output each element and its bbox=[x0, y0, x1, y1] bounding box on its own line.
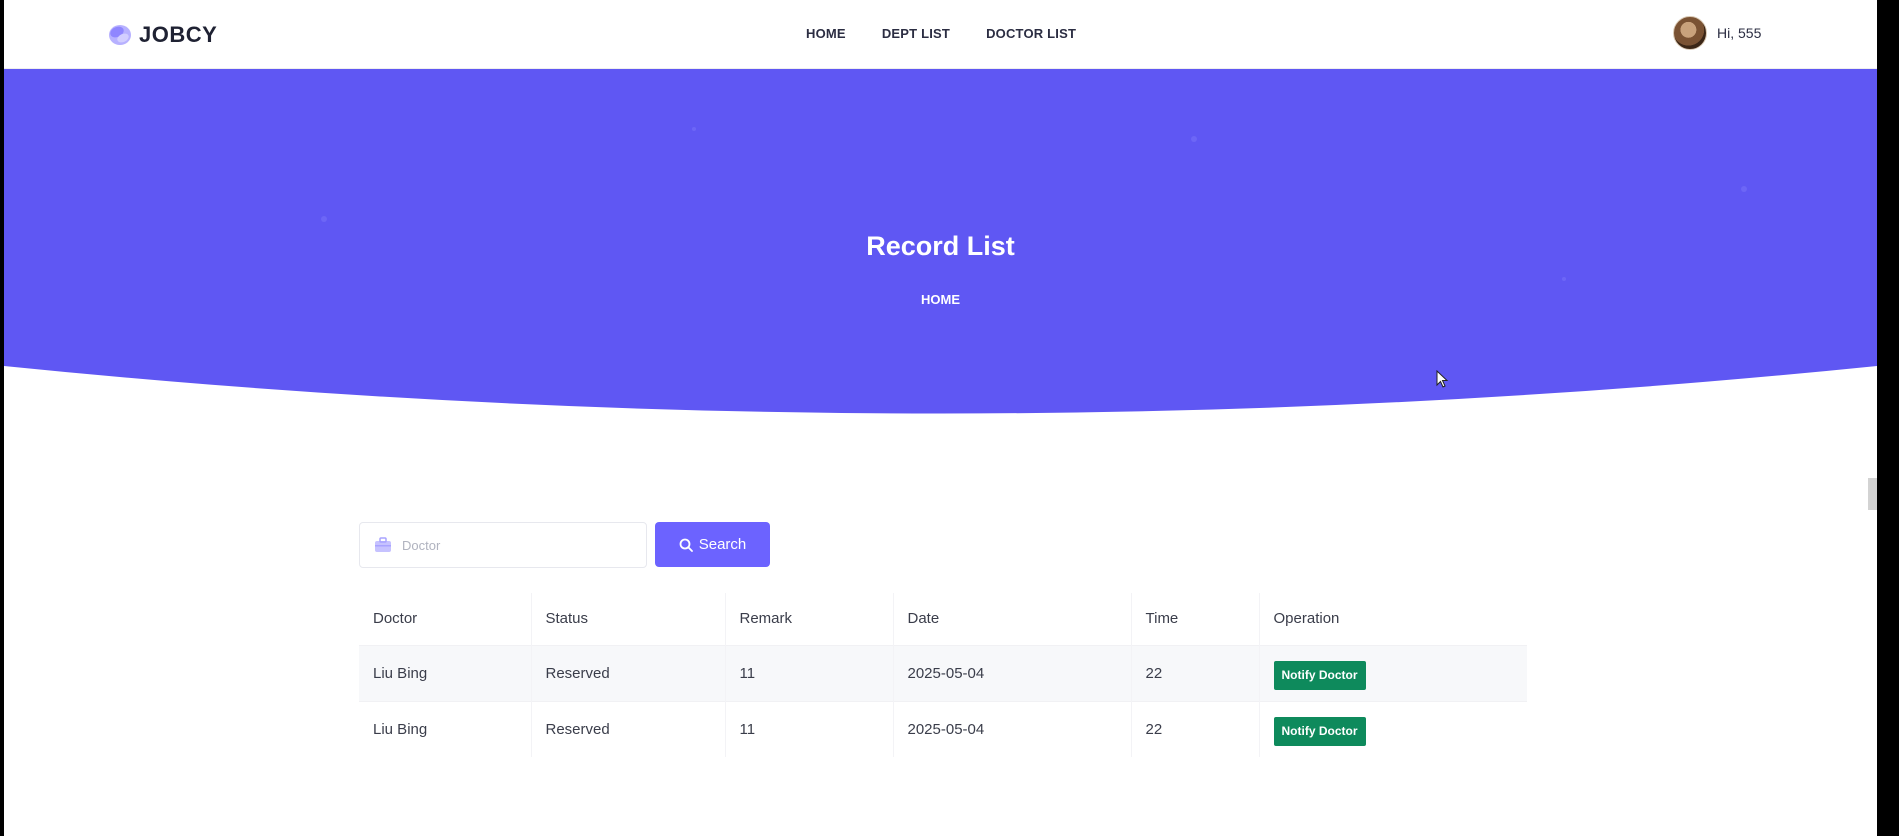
table-row: Liu Bing Reserved 11 2025-05-04 22 Notif… bbox=[359, 644, 1527, 701]
column-header-status: Status bbox=[531, 593, 726, 645]
cell-status: Reserved bbox=[531, 644, 726, 701]
cell-time: 22 bbox=[1131, 700, 1260, 757]
cell-operation: Notify Doctor bbox=[1259, 644, 1527, 701]
doctor-search-input[interactable] bbox=[402, 537, 622, 553]
column-header-operation: Operation bbox=[1273, 610, 1340, 628]
nav-dept-list[interactable]: DEPT LIST bbox=[882, 26, 950, 41]
notify-doctor-button[interactable]: Notify Doctor bbox=[1273, 716, 1366, 746]
nav-home[interactable]: HOME bbox=[806, 26, 846, 41]
table-row: Liu Bing Reserved 11 2025-05-04 22 Notif… bbox=[359, 700, 1527, 757]
column-header-doctor: Doctor bbox=[359, 593, 532, 645]
brand[interactable]: JOBCY bbox=[107, 22, 217, 48]
column-header-date: Date bbox=[893, 593, 1132, 645]
cell-operation: Notify Doctor bbox=[1259, 700, 1527, 757]
records-table: Doctor Status Remark Date Time Operation… bbox=[359, 593, 1527, 757]
search-button[interactable]: Search bbox=[655, 522, 770, 567]
table-header-row: Doctor Status Remark Date Time Operation bbox=[359, 593, 1527, 645]
cell-remark: 11 bbox=[725, 700, 894, 757]
hero-banner: Record List HOME bbox=[4, 69, 1877, 421]
breadcrumb-home[interactable]: HOME bbox=[4, 292, 1877, 307]
page: JOBCY HOME DEPT LIST DOCTOR LIST Hi, 555… bbox=[4, 0, 1877, 836]
search-field[interactable] bbox=[359, 522, 647, 568]
user-avatar[interactable] bbox=[1673, 16, 1707, 50]
cell-status: Reserved bbox=[531, 700, 726, 757]
cell-date: 2025-05-04 bbox=[893, 644, 1132, 701]
brand-name: JOBCY bbox=[139, 22, 218, 47]
user-menu[interactable]: Hi, 555 bbox=[1673, 16, 1761, 50]
cell-remark: 11 bbox=[725, 644, 894, 701]
page-title: Record List bbox=[866, 231, 1015, 261]
cell-doctor: Liu Bing bbox=[359, 644, 532, 701]
blob-logo-icon bbox=[109, 25, 131, 45]
mouse-cursor-icon bbox=[1436, 370, 1449, 388]
scrollbar-thumb[interactable] bbox=[1868, 478, 1877, 510]
cell-doctor: Liu Bing bbox=[359, 700, 532, 757]
column-header-remark: Remark bbox=[725, 593, 894, 645]
search-button-label: Search bbox=[698, 536, 747, 553]
user-greeting: Hi, 555 bbox=[1717, 25, 1762, 41]
cell-time: 22 bbox=[1131, 644, 1260, 701]
cell-date: 2025-05-04 bbox=[893, 700, 1132, 757]
top-navbar: JOBCY HOME DEPT LIST DOCTOR LIST Hi, 555 bbox=[4, 0, 1877, 69]
main-nav: HOME DEPT LIST DOCTOR LIST bbox=[806, 26, 1076, 41]
notify-doctor-button[interactable]: Notify Doctor bbox=[1273, 660, 1366, 690]
column-header-time: Time bbox=[1131, 593, 1260, 645]
magnifier-icon bbox=[679, 538, 693, 552]
briefcase-icon bbox=[375, 537, 391, 552]
nav-doctor-list[interactable]: DOCTOR LIST bbox=[986, 26, 1076, 41]
